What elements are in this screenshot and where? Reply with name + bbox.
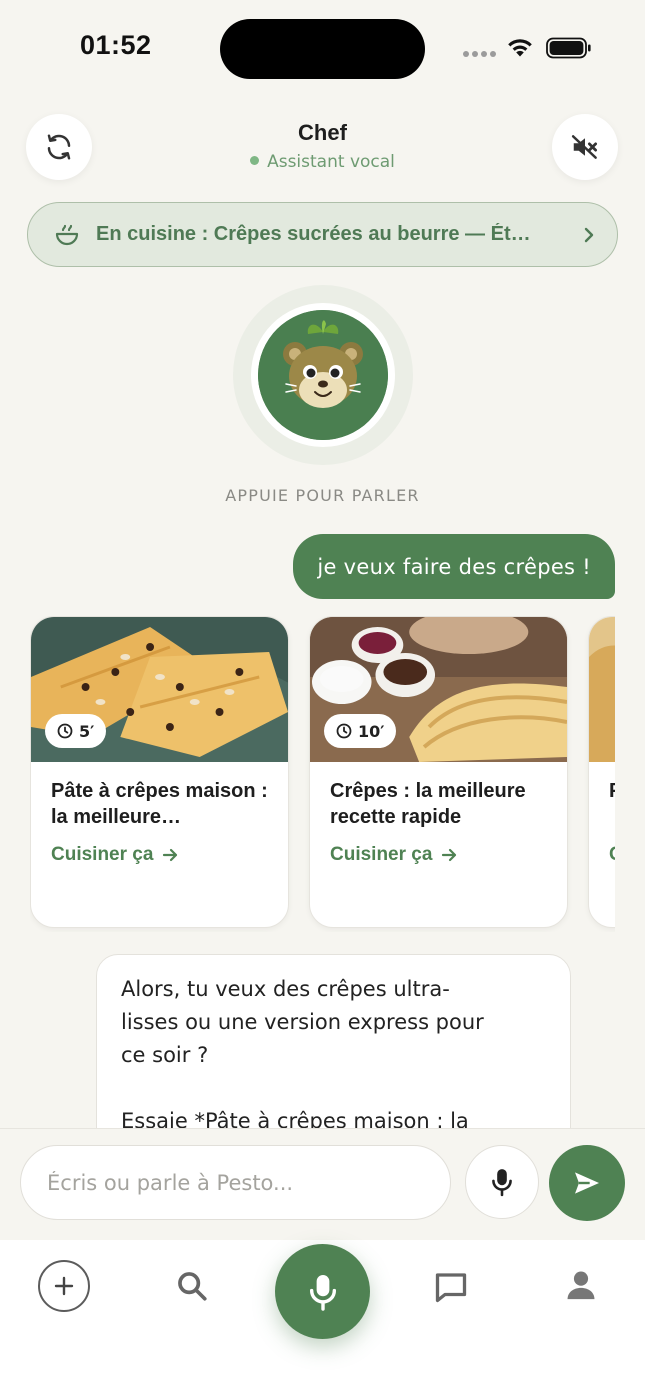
arrow-right-icon [442, 848, 457, 862]
send-button[interactable] [549, 1145, 625, 1221]
tab-add[interactable] [38, 1260, 90, 1312]
tab-voice[interactable] [275, 1244, 370, 1339]
cook-this-label: Cuisiner ça [51, 844, 154, 865]
arrow-right-icon [163, 848, 178, 862]
clock-icon [336, 723, 352, 739]
time-badge: 5′ [45, 714, 107, 748]
cook-this-button[interactable]: Cuisiner ça [51, 844, 268, 866]
talk-button[interactable] [233, 285, 413, 465]
recipe-title: Pâte à crêpes maison : la meilleure… [51, 780, 268, 828]
cellular-signal-icon [463, 51, 496, 57]
recipe-image [589, 617, 615, 762]
send-icon [575, 1172, 599, 1194]
assistant-status-label: Assistant vocal [267, 152, 395, 172]
recipe-image: 5′ [31, 617, 288, 762]
plus-icon [54, 1276, 74, 1296]
search-icon [178, 1272, 207, 1301]
dynamic-island [220, 19, 425, 79]
recipe-card[interactable]: 5′ Pâte à crêpes maison : la meilleure… … [30, 616, 289, 928]
assistant-status: Assistant vocal [0, 152, 645, 172]
page-title: Chef [298, 120, 347, 145]
tap-to-talk-label: APPUIE POUR PARLER [225, 486, 420, 505]
recipe-carousel[interactable]: 5′ Pâte à crêpes maison : la meilleure… … [30, 616, 615, 932]
message-composer [0, 1128, 645, 1240]
status-bar: 01:52 [0, 0, 645, 96]
chat-icon [435, 1273, 467, 1303]
microphone-icon [309, 1274, 336, 1311]
time-badge: 10′ [324, 714, 397, 748]
status-time: 01:52 [80, 30, 152, 60]
cooking-banner-text: En cuisine : Crêpes sucrées au beurre — … [96, 223, 531, 245]
recipe-card[interactable]: P r C [588, 616, 615, 928]
clock-icon [57, 723, 73, 739]
mute-button[interactable] [552, 114, 618, 180]
cooking-session-banner[interactable]: En cuisine : Crêpes sucrées au beurre — … [27, 202, 618, 267]
recipe-title: P r [609, 778, 615, 830]
recipe-title: Crêpes : la meilleure recette rapide [330, 780, 526, 828]
time-badge-label: 10′ [358, 721, 385, 741]
profile-icon [567, 1271, 595, 1300]
speaker-muted-icon [571, 135, 597, 159]
bottom-tab-bar [0, 1240, 645, 1398]
cook-this-button[interactable]: Cuisiner ça [330, 844, 547, 866]
recipe-image: 10′ [310, 617, 567, 762]
message-input[interactable] [20, 1145, 451, 1220]
cook-this-button[interactable]: C [609, 844, 615, 866]
voice-input-button[interactable] [465, 1145, 539, 1219]
battery-icon [546, 37, 591, 59]
microphone-icon [492, 1169, 512, 1197]
tab-profile[interactable] [560, 1264, 602, 1306]
tab-search[interactable] [172, 1266, 212, 1306]
recipe-card[interactable]: 10′ Crêpes : la meilleure recette rapide… [309, 616, 568, 928]
time-badge-label: 5′ [79, 721, 95, 741]
online-status-dot [250, 156, 260, 165]
bowl-icon [55, 224, 79, 245]
wifi-icon [508, 39, 532, 57]
assistant-message-text: Alors, tu veux des crêpes ultra- lisses … [121, 977, 484, 1133]
cook-this-label: Cuisiner ça [330, 844, 433, 865]
tab-chat[interactable] [430, 1266, 472, 1308]
cook-this-label: C [609, 844, 615, 866]
chevron-right-icon [584, 227, 594, 242]
chef-mascot-avatar [258, 310, 388, 440]
user-message-bubble: je veux faire des crêpes ! [293, 534, 615, 599]
